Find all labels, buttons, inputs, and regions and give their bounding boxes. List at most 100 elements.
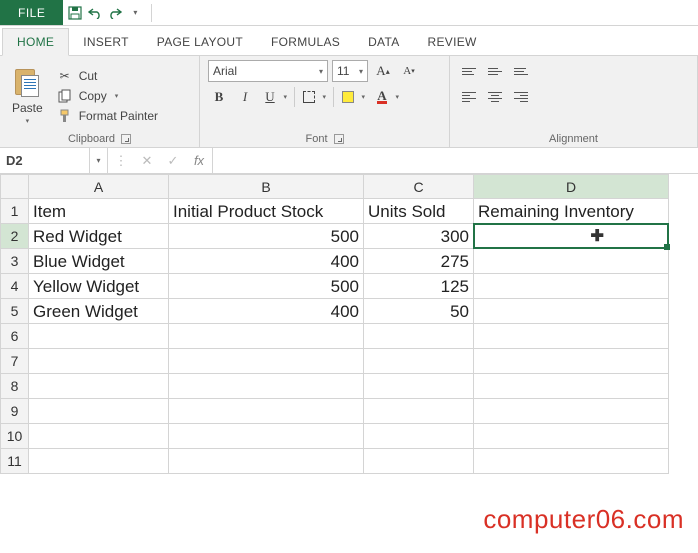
formula-input[interactable] xyxy=(213,148,698,173)
tab-home[interactable]: HOME xyxy=(2,28,69,56)
file-tab[interactable]: FILE xyxy=(0,0,63,25)
cell-C2[interactable]: 300 xyxy=(364,224,474,249)
customize-qat-icon[interactable]: ▾ xyxy=(127,5,143,21)
cell-C6[interactable] xyxy=(364,324,474,349)
cell-D7[interactable] xyxy=(474,349,669,374)
column-header-C[interactable]: C xyxy=(364,175,474,199)
align-left-button[interactable] xyxy=(458,86,480,108)
cell-D4[interactable] xyxy=(474,274,669,299)
row-header-5[interactable]: 5 xyxy=(1,299,29,324)
cell-B9[interactable] xyxy=(169,399,364,424)
bold-button[interactable]: B xyxy=(208,86,230,108)
row-header-9[interactable]: 9 xyxy=(1,399,29,424)
cell-C10[interactable] xyxy=(364,424,474,449)
cell-D6[interactable] xyxy=(474,324,669,349)
cell-B10[interactable] xyxy=(169,424,364,449)
cell-C3[interactable]: 275 xyxy=(364,249,474,274)
row-header-3[interactable]: 3 xyxy=(1,249,29,274)
row-header-1[interactable]: 1 xyxy=(1,199,29,224)
decrease-font-button[interactable]: A▾ xyxy=(398,60,420,82)
column-header-D[interactable]: D xyxy=(474,175,669,199)
font-size-combo[interactable]: 11 ▾ xyxy=(332,60,368,82)
tab-page-layout[interactable]: PAGE LAYOUT xyxy=(143,29,257,55)
align-right-button[interactable] xyxy=(510,86,532,108)
row-header-6[interactable]: 6 xyxy=(1,324,29,349)
cell-D11[interactable] xyxy=(474,449,669,474)
align-center-button[interactable] xyxy=(484,86,506,108)
row-header-4[interactable]: 4 xyxy=(1,274,29,299)
cell-A4[interactable]: Yellow Widget xyxy=(29,274,169,299)
cell-B5[interactable]: 400 xyxy=(169,299,364,324)
cell-C9[interactable] xyxy=(364,399,474,424)
cell-A7[interactable] xyxy=(29,349,169,374)
select-all-corner[interactable] xyxy=(1,175,29,199)
cell-D5[interactable] xyxy=(474,299,669,324)
font-dialog-launcher[interactable] xyxy=(334,134,344,144)
increase-font-button[interactable]: A▴ xyxy=(372,60,394,82)
clipboard-dialog-launcher[interactable] xyxy=(121,134,131,144)
cell-B11[interactable] xyxy=(169,449,364,474)
cell-B3[interactable]: 400 xyxy=(169,249,364,274)
cell-C5[interactable]: 50 xyxy=(364,299,474,324)
fill-color-button[interactable] xyxy=(338,86,368,108)
cell-D10[interactable] xyxy=(474,424,669,449)
cell-A11[interactable] xyxy=(29,449,169,474)
redo-icon[interactable] xyxy=(107,5,123,21)
cell-B2[interactable]: 500 xyxy=(169,224,364,249)
column-header-B[interactable]: B xyxy=(169,175,364,199)
cell-D3[interactable] xyxy=(474,249,669,274)
column-header-A[interactable]: A xyxy=(29,175,169,199)
cell-B6[interactable] xyxy=(169,324,364,349)
row-header-8[interactable]: 8 xyxy=(1,374,29,399)
row-header-11[interactable]: 11 xyxy=(1,449,29,474)
align-middle-button[interactable] xyxy=(484,60,506,82)
cancel-formula-button[interactable]: ✕ xyxy=(134,148,160,173)
cell-A5[interactable]: Green Widget xyxy=(29,299,169,324)
cell-A2[interactable]: Red Widget xyxy=(29,224,169,249)
tab-insert[interactable]: INSERT xyxy=(69,29,143,55)
format-painter-button[interactable]: Format Painter xyxy=(53,107,162,125)
undo-icon[interactable] xyxy=(87,5,103,21)
italic-button[interactable]: I xyxy=(234,86,256,108)
cell-B8[interactable] xyxy=(169,374,364,399)
cell-C7[interactable] xyxy=(364,349,474,374)
borders-button[interactable] xyxy=(299,86,329,108)
cell-D2[interactable] xyxy=(474,224,669,249)
cell-C11[interactable] xyxy=(364,449,474,474)
tab-review[interactable]: REVIEW xyxy=(414,29,491,55)
cell-A8[interactable] xyxy=(29,374,169,399)
enter-formula-button[interactable]: ✓ xyxy=(160,148,186,173)
align-top-button[interactable] xyxy=(458,60,480,82)
insert-function-button[interactable]: fx xyxy=(186,148,212,173)
cell-A1[interactable]: Item xyxy=(29,199,169,224)
cell-D1[interactable]: Remaining Inventory xyxy=(474,199,669,224)
spreadsheet-grid[interactable]: ABCD 1ItemInitial Product StockUnits Sold… xyxy=(0,174,698,474)
cut-button[interactable]: ✂ Cut xyxy=(53,67,162,85)
underline-button[interactable]: U xyxy=(260,86,290,108)
cell-A6[interactable] xyxy=(29,324,169,349)
cell-C8[interactable] xyxy=(364,374,474,399)
cell-A3[interactable]: Blue Widget xyxy=(29,249,169,274)
row-header-7[interactable]: 7 xyxy=(1,349,29,374)
cell-D9[interactable] xyxy=(474,399,669,424)
tab-formulas[interactable]: FORMULAS xyxy=(257,29,354,55)
name-box[interactable]: D2 xyxy=(0,148,90,173)
cell-C1[interactable]: Units Sold xyxy=(364,199,474,224)
cell-A9[interactable] xyxy=(29,399,169,424)
row-header-2[interactable]: 2 xyxy=(1,224,29,249)
row-header-10[interactable]: 10 xyxy=(1,424,29,449)
cell-B1[interactable]: Initial Product Stock xyxy=(169,199,364,224)
font-color-button[interactable]: A xyxy=(372,86,402,108)
paste-button[interactable]: Paste ▾ xyxy=(8,60,47,131)
cell-B7[interactable] xyxy=(169,349,364,374)
name-box-dropdown[interactable]: ▾ xyxy=(90,148,108,173)
font-name-combo[interactable]: Arial ▾ xyxy=(208,60,328,82)
cell-C4[interactable]: 125 xyxy=(364,274,474,299)
align-bottom-button[interactable] xyxy=(510,60,532,82)
cell-D8[interactable] xyxy=(474,374,669,399)
cell-B4[interactable]: 500 xyxy=(169,274,364,299)
cell-A10[interactable] xyxy=(29,424,169,449)
copy-button[interactable]: Copy ▾ xyxy=(53,87,162,105)
tab-data[interactable]: DATA xyxy=(354,29,413,55)
save-icon[interactable] xyxy=(67,5,83,21)
